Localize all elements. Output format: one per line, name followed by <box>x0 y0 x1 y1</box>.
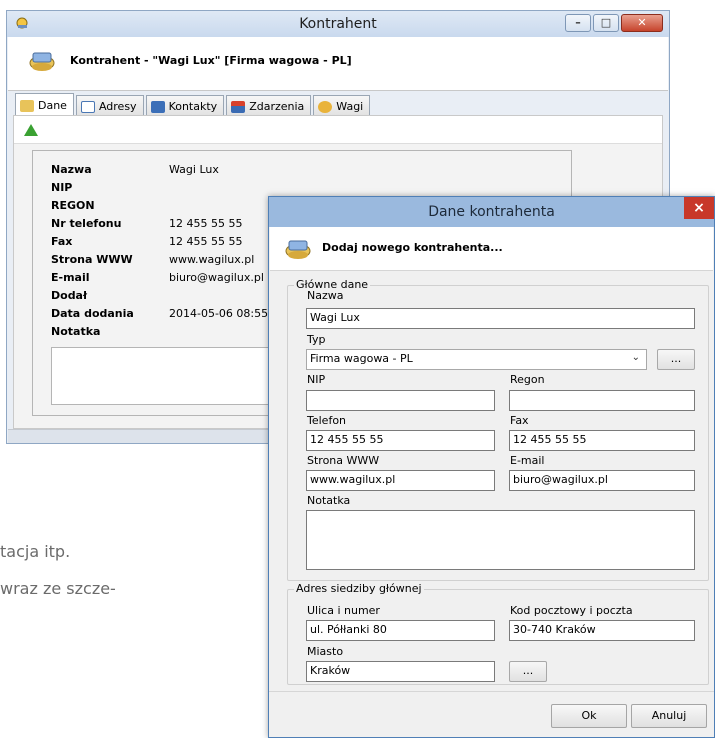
tab-zdarzenia[interactable]: Zdarzenia <box>226 95 312 115</box>
dialog-button-row: Ok Anuluj <box>269 691 714 737</box>
address-legend: Adres siedziby głównej <box>294 582 424 595</box>
maximize-button[interactable]: □ <box>593 14 619 32</box>
contractor-folder-icon <box>285 240 311 259</box>
nip-label: NIP <box>307 373 326 386</box>
telefon-label: Telefon <box>307 414 347 427</box>
typ-selected-value: Firma wagowa - PL <box>310 352 413 365</box>
miasto-field[interactable]: Kraków <box>306 661 495 682</box>
window-header: Kontrahent - "Wagi Lux" [Firma wagowa - … <box>8 37 668 91</box>
minimize-icon: – <box>575 16 581 29</box>
regon-label: Regon <box>510 373 545 386</box>
tab-kontakty[interactable]: Kontakty <box>145 95 225 115</box>
tab-label: Dane <box>38 99 67 112</box>
www-field[interactable]: www.wagilux.pl <box>306 470 495 491</box>
calendar-icon <box>231 100 246 113</box>
fax-field[interactable]: 12 455 55 55 <box>509 430 695 451</box>
miasto-label: Miasto <box>307 645 344 658</box>
dane-kontrahenta-dialog: Dane kontrahenta × Dodaj nowego kontrahe… <box>268 196 715 738</box>
tab-dane[interactable]: Dane <box>15 93 74 115</box>
dialog-title: Dane kontrahenta <box>428 204 555 220</box>
contractor-folder-icon <box>29 52 55 71</box>
tab-adresy[interactable]: Adresy <box>75 95 144 115</box>
maximize-icon: □ <box>600 16 612 29</box>
panel-toolbar <box>14 116 662 144</box>
kod-field[interactable]: 30-740 Kraków <box>509 620 695 641</box>
folder-icon <box>20 99 34 112</box>
dialog-close-button[interactable]: × <box>684 197 714 219</box>
chevron-down-icon: ⌄ <box>631 352 640 363</box>
add-triangle-icon[interactable] <box>24 124 38 136</box>
typ-label: Typ <box>307 333 326 346</box>
dialog-titlebar[interactable]: Dane kontrahenta × <box>269 197 714 227</box>
typ-browse-button[interactable]: ... <box>657 349 695 370</box>
tab-label: Wagi <box>336 100 364 113</box>
tab-strip: Dane Adresy Kontakty Zdarzenia Wagi <box>15 93 371 115</box>
fax-label: Fax <box>510 414 529 427</box>
ulica-label: Ulica i numer <box>307 604 380 617</box>
scale-icon <box>318 100 333 113</box>
ok-button[interactable]: Ok <box>551 704 627 728</box>
close-button[interactable]: ✕ <box>621 14 663 32</box>
email-field[interactable]: biuro@wagilux.pl <box>509 470 695 491</box>
dialog-header: Dodaj nowego kontrahenta... <box>270 227 713 271</box>
nip-field[interactable] <box>306 390 495 411</box>
ulica-field[interactable]: ul. Półłanki 80 <box>306 620 495 641</box>
telefon-field[interactable]: 12 455 55 55 <box>306 430 495 451</box>
minimize-button[interactable]: – <box>565 14 591 32</box>
tab-label: Adresy <box>98 100 137 113</box>
dialog-header-title: Dodaj nowego kontrahenta... <box>322 241 503 254</box>
www-label: Strona WWW <box>307 454 380 467</box>
cancel-button[interactable]: Anuluj <box>631 704 707 728</box>
tab-wagi[interactable]: Wagi <box>313 95 371 115</box>
background-text-line-1: tacja itp. <box>0 542 71 561</box>
regon-field[interactable] <box>509 390 695 411</box>
background-text-line-2: wraz ze szcze- <box>0 579 116 598</box>
contacts-icon <box>150 100 165 113</box>
window-titlebar[interactable]: Kontrahent – □ ✕ <box>7 11 669 37</box>
address-card-icon <box>80 100 95 113</box>
nazwa-field[interactable]: Wagi Lux <box>306 308 695 329</box>
tab-label: Zdarzenia <box>249 100 305 113</box>
close-icon: ✕ <box>637 16 647 29</box>
kod-label: Kod pocztowy i poczta <box>510 604 633 617</box>
nazwa-label: Nazwa <box>307 289 344 302</box>
header-title: Kontrahent - "Wagi Lux" [Firma wagowa - … <box>70 54 352 67</box>
typ-select[interactable]: Firma wagowa - PL ⌄ <box>306 349 647 370</box>
notatka-textarea[interactable] <box>306 510 695 570</box>
close-icon: × <box>693 200 705 216</box>
tab-label: Kontakty <box>168 100 218 113</box>
email-label: E-mail <box>510 454 545 467</box>
miasto-browse-button[interactable]: ... <box>509 661 547 682</box>
notatka-label: Notatka <box>307 494 351 507</box>
